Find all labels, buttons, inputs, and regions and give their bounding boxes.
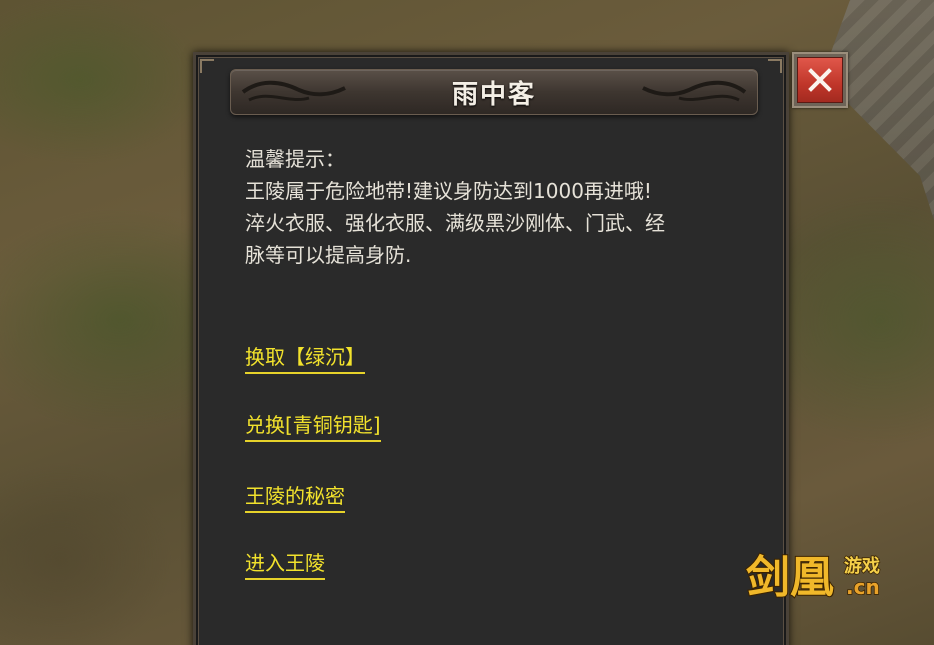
watermark-domain-text: .cn (846, 575, 880, 599)
panel-corner-ornament (768, 59, 782, 73)
site-watermark-logo: 剑凰 游戏 .cn (744, 548, 894, 608)
title-ornament-right-icon (642, 80, 747, 102)
option-exchange-lvchen[interactable]: 换取【绿沉】 (245, 344, 365, 374)
panel-corner-ornament (200, 59, 214, 73)
stone-wall-background (822, 0, 934, 220)
close-x-icon (808, 68, 832, 92)
message-heading: 温馨提示： (245, 147, 345, 171)
title-ornament-left-icon (241, 80, 346, 102)
close-button-face (797, 57, 843, 103)
watermark-main-text: 剑凰 (746, 552, 834, 603)
message-line: 王陵属于危险地带!建议身防达到1000再进哦! (245, 179, 652, 203)
watermark-logo-icon: 剑凰 游戏 .cn (745, 551, 881, 604)
npc-dialog-panel: 雨中客 温馨提示： 王陵属于危险地带!建议身防达到1000再进哦! 淬火衣服、强… (193, 52, 789, 645)
message-line: 脉等可以提高身防. (245, 243, 412, 267)
option-redeem-bronze-key[interactable]: 兑换[青铜钥匙] (245, 412, 381, 442)
dialog-message: 温馨提示： 王陵属于危险地带!建议身防达到1000再进哦! 淬火衣服、强化衣服、… (245, 143, 785, 271)
dialog-title: 雨中客 (451, 79, 536, 110)
close-button[interactable] (792, 52, 848, 108)
message-line: 淬火衣服、强化衣服、满级黑沙刚体、门武、经 (245, 211, 665, 235)
option-enter-tomb[interactable]: 进入王陵 (245, 550, 325, 580)
watermark-sub-text: 游戏 (844, 555, 880, 577)
option-tomb-secret[interactable]: 王陵的秘密 (245, 483, 345, 513)
dialog-title-bar: 雨中客 (230, 69, 758, 115)
